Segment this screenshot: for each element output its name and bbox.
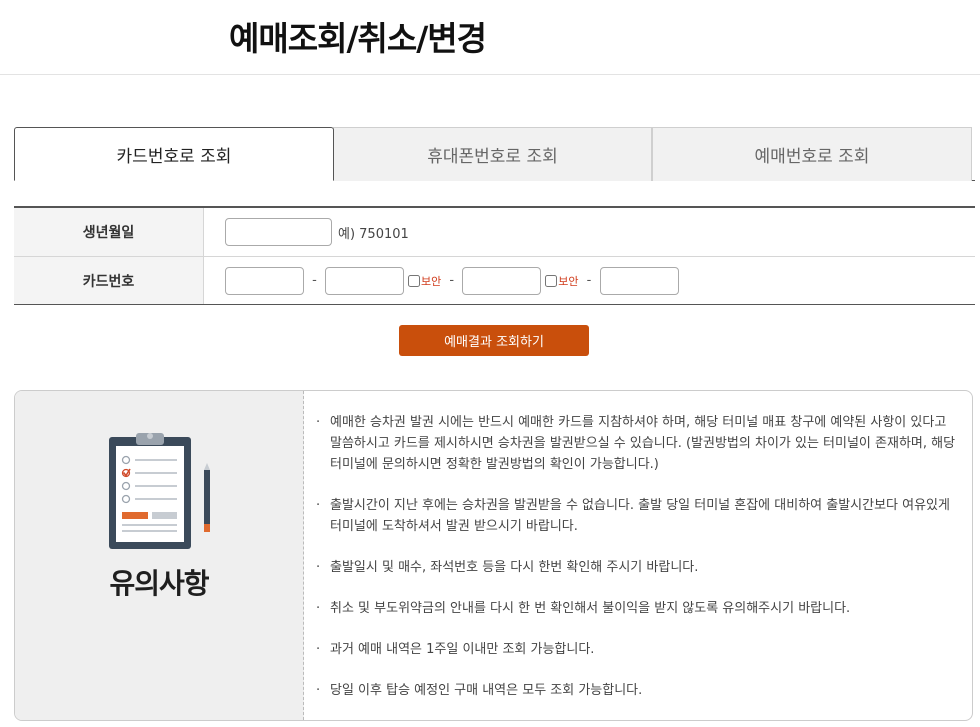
tab-card-number[interactable]: 카드번호로 조회 bbox=[14, 127, 334, 181]
card-number-input-1[interactable] bbox=[225, 266, 304, 295]
card-label: 카드번호 bbox=[14, 257, 204, 304]
card-number-input-2[interactable] bbox=[325, 266, 404, 295]
card-field-group: - 보안 - 보안 - bbox=[204, 257, 975, 304]
search-form: 생년월일 예) 750101 카드번호 - 보안 - 보안 - bbox=[14, 206, 975, 305]
card-number-input-4[interactable] bbox=[599, 266, 679, 295]
notice-header: 유의사항 bbox=[15, 391, 304, 720]
birth-label: 생년월일 bbox=[14, 208, 204, 256]
title-divider bbox=[0, 74, 980, 75]
bullet-icon: · bbox=[316, 642, 321, 657]
secure-checkbox-2[interactable] bbox=[408, 274, 420, 287]
birth-field-group: 예) 750101 bbox=[204, 208, 975, 256]
card-separator: - bbox=[312, 273, 317, 288]
notice-item: · 출발일시 및 매수, 좌석번호 등을 다시 한번 확인해 주시기 바랍니다. bbox=[316, 557, 960, 578]
birth-hint: 예) 750101 bbox=[338, 226, 409, 242]
notice-box: 유의사항 · 예매한 승차권 발권 시에는 반드시 예매한 카드를 지참하셔야 … bbox=[14, 390, 973, 721]
secure-toggle-2[interactable]: 보안 bbox=[408, 273, 441, 289]
card-number-input-3[interactable] bbox=[462, 266, 542, 295]
notice-item: · 출발시간이 지난 후에는 승차권을 발권받을 수 없습니다. 출발 당일 터… bbox=[316, 495, 960, 537]
notice-item: · 당일 이후 탑승 예정인 구매 내역은 모두 조회 가능합니다. bbox=[316, 680, 960, 701]
page-title: 예매조회/취소/변경 bbox=[229, 19, 487, 58]
notice-item: · 취소 및 부도위약금의 안내를 다시 한 번 확인해서 불이익을 받지 않도… bbox=[316, 598, 960, 619]
secure-label-2: 보안 bbox=[421, 274, 442, 288]
bullet-icon: · bbox=[316, 498, 321, 513]
notice-title: 유의사항 bbox=[109, 567, 209, 600]
card-separator: - bbox=[449, 273, 455, 288]
notice-item: · 과거 예매 내역은 1주일 이내만 조회 가능합니다. bbox=[316, 639, 960, 660]
secure-label-3: 보안 bbox=[558, 274, 579, 288]
clipboard-checklist-icon bbox=[109, 433, 210, 549]
search-reservation-button[interactable]: 예매결과 조회하기 bbox=[399, 325, 589, 356]
secure-checkbox-3[interactable] bbox=[545, 274, 558, 287]
birth-date-input[interactable] bbox=[225, 218, 332, 246]
notice-text: 과거 예매 내역은 1주일 이내만 조회 가능합니다. bbox=[330, 642, 595, 657]
notice-text: 예매한 승차권 발권 시에는 반드시 예매한 카드를 지참하셔야 하며, 해당 … bbox=[330, 415, 956, 472]
notice-text: 취소 및 부도위약금의 안내를 다시 한 번 확인해서 불이익을 받지 않도록 … bbox=[330, 601, 851, 616]
notice-item: · 예매한 승차권 발권 시에는 반드시 예매한 카드를 지참하셔야 하며, 해… bbox=[316, 412, 960, 475]
search-tabs: 카드번호로 조회 휴대폰번호로 조회 예매번호로 조회 bbox=[14, 127, 975, 181]
notice-text: 출발일시 및 매수, 좌석번호 등을 다시 한번 확인해 주시기 바랍니다. bbox=[330, 560, 699, 575]
notice-text: 당일 이후 탑승 예정인 구매 내역은 모두 조회 가능합니다. bbox=[330, 683, 643, 698]
bullet-icon: · bbox=[316, 415, 321, 430]
notice-list: · 예매한 승차권 발권 시에는 반드시 예매한 카드를 지참하셔야 하며, 해… bbox=[304, 391, 972, 720]
notice-text: 출발시간이 지난 후에는 승차권을 발권받을 수 없습니다. 출발 당일 터미널… bbox=[330, 498, 950, 534]
bullet-icon: · bbox=[316, 683, 321, 698]
card-row: 카드번호 - 보안 - 보안 - bbox=[14, 256, 975, 304]
tab-phone-number[interactable]: 휴대폰번호로 조회 bbox=[333, 127, 652, 181]
tab-reservation-number[interactable]: 예매번호로 조회 bbox=[652, 127, 972, 181]
card-separator: - bbox=[586, 273, 592, 288]
bullet-icon: · bbox=[316, 560, 321, 575]
bullet-icon: · bbox=[316, 601, 321, 616]
secure-toggle-3[interactable]: 보안 bbox=[545, 273, 579, 289]
birth-row: 생년월일 예) 750101 bbox=[14, 208, 975, 256]
